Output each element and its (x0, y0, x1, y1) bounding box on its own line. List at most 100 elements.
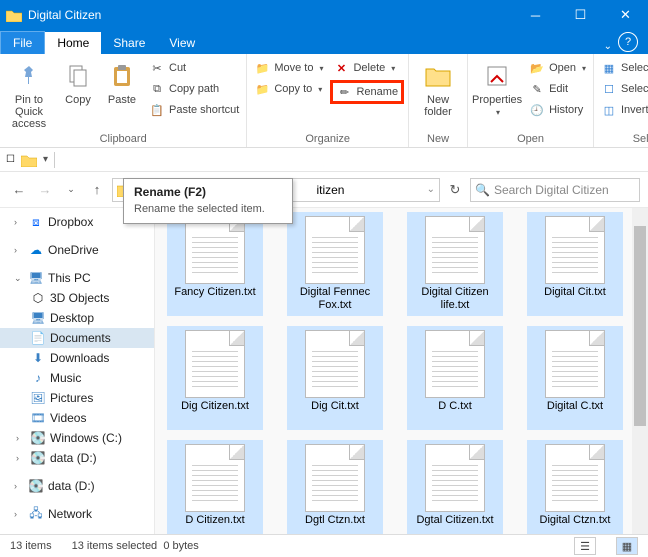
folder-icon (21, 153, 37, 167)
file-label: D Citizen.txt (185, 514, 244, 534)
sidebar-item-onedrive[interactable]: ›☁OneDrive (0, 240, 154, 260)
edit-button[interactable]: ✎Edit (526, 80, 589, 98)
large-icons-view-button[interactable]: ▦ (616, 537, 638, 555)
sidebar-item-music[interactable]: ♪Music (0, 368, 154, 388)
pc-icon: 🖥 (28, 270, 44, 286)
sidebar-item-pictures[interactable]: 🖼Pictures (0, 388, 154, 408)
select-all-button[interactable]: ▦Select all (598, 59, 648, 77)
network-icon: 🖧 (28, 506, 44, 522)
history-button[interactable]: 🕘History (526, 101, 589, 119)
sidebar-item-d-drive-2[interactable]: ›💽data (D:) (0, 476, 154, 496)
file-item[interactable]: Digital Citizen life.txt (407, 212, 503, 316)
refresh-button[interactable]: ↻ (444, 179, 466, 201)
tab-share[interactable]: Share (101, 32, 157, 54)
search-placeholder: Search Digital Citizen (494, 183, 609, 197)
paste-shortcut-button[interactable]: 📋Paste shortcut (146, 101, 242, 119)
sidebar-item-desktop[interactable]: 🖥Desktop (0, 308, 154, 328)
new-folder-button[interactable]: New folder (413, 56, 463, 118)
minimize-button[interactable]: ─ (513, 0, 558, 30)
sidebar-item-3d-objects[interactable]: ⬡3D Objects (0, 288, 154, 308)
file-item[interactable]: Digital Ctzn.txt (527, 440, 623, 534)
paste-button[interactable]: Paste (102, 56, 142, 106)
onedrive-icon: ☁ (28, 242, 44, 258)
dropbox-icon: ⧈ (28, 214, 44, 230)
file-item[interactable]: Dgtl Ctzn.txt (287, 440, 383, 534)
properties-icon (481, 60, 513, 92)
qat-overflow-icon[interactable]: ▾ (43, 154, 48, 165)
tab-file[interactable]: File (0, 31, 45, 54)
recent-locations-button[interactable]: ⌄ (60, 179, 82, 201)
ribbon-tabs: File Home Share View ⌄ ? (0, 30, 648, 54)
file-thumbnail (425, 330, 485, 398)
file-thumbnail (185, 216, 245, 284)
sidebar-item-c-drive[interactable]: ›💽Windows (C:) (0, 428, 154, 448)
file-label: Digital Ctzn.txt (540, 514, 611, 534)
cut-icon: ✂ (149, 60, 165, 76)
sidebar-item-documents[interactable]: 📄Documents (0, 328, 154, 348)
file-label: Digital C.txt (547, 400, 603, 426)
sidebar-item-videos[interactable]: 🎞Videos (0, 408, 154, 428)
tab-view[interactable]: View (157, 32, 207, 54)
file-item[interactable]: D Citizen.txt (167, 440, 263, 534)
help-button[interactable]: ? (618, 32, 638, 52)
group-label: New (413, 131, 463, 147)
details-view-button[interactable]: ☰ (574, 537, 596, 555)
file-item[interactable]: Fancy Citizen.txt (167, 212, 263, 316)
forward-button[interactable]: → (34, 179, 56, 201)
file-item[interactable]: Digital Cit.txt (527, 212, 623, 316)
search-box[interactable]: 🔍 Search Digital Citizen (470, 178, 640, 202)
ribbon-collapse-icon[interactable]: ⌄ (604, 41, 612, 52)
delete-button[interactable]: ✕Delete▾ (330, 59, 404, 77)
file-label: Digital Fennec Fox.txt (291, 286, 379, 312)
documents-icon: 📄 (30, 330, 46, 346)
rename-button[interactable]: ✏Rename (330, 80, 404, 104)
file-item[interactable]: Dig Citizen.txt (167, 326, 263, 430)
file-item[interactable]: Digital Fennec Fox.txt (287, 212, 383, 316)
file-thumbnail (305, 216, 365, 284)
back-button[interactable]: ← (8, 179, 30, 201)
file-item[interactable]: Dgtal Citizen.txt (407, 440, 503, 534)
copy-to-icon: 📁 (254, 81, 270, 97)
copy-button[interactable]: Copy (58, 56, 98, 106)
file-list[interactable]: Fancy Citizen.txt Digital Fennec Fox.txt D… (155, 208, 648, 534)
history-icon: 🕘 (529, 102, 545, 118)
checkbox-icon[interactable]: ☐ (6, 154, 15, 165)
copy-path-button[interactable]: ⧉Copy path (146, 80, 242, 98)
maximize-button[interactable]: ☐ (558, 0, 603, 30)
file-item[interactable]: D C.txt (407, 326, 503, 430)
open-button[interactable]: 📂Open▾ (526, 59, 589, 77)
sidebar-item-downloads[interactable]: ⬇Downloads (0, 348, 154, 368)
ribbon: Pin to Quick access Copy Paste ✂Cut ⧉Cop… (0, 54, 648, 148)
invert-selection-button[interactable]: ◫Invert selection (598, 101, 648, 119)
workspace: ›⧈Dropbox ›☁OneDrive ⌄🖥This PC ⬡3D Objec… (0, 208, 648, 534)
file-item[interactable]: Digital C.txt (527, 326, 623, 430)
file-item[interactable]: Dig Cit.txt (287, 326, 383, 430)
status-bar: 13 items 13 items selected 0 bytes ☰ ▦ (0, 534, 648, 557)
new-folder-icon (422, 60, 454, 92)
move-to-button[interactable]: 📁Move to▾ (251, 59, 326, 77)
tab-home[interactable]: Home (45, 32, 101, 54)
group-clipboard: Pin to Quick access Copy Paste ✂Cut ⧉Cop… (0, 54, 247, 147)
paste-shortcut-icon: 📋 (149, 102, 165, 118)
sidebar-item-network[interactable]: ›🖧Network (0, 504, 154, 524)
sidebar-item-this-pc[interactable]: ⌄🖥This PC (0, 268, 154, 288)
pin-to-quick-access-button[interactable]: Pin to Quick access (4, 56, 54, 130)
sidebar-item-d-drive[interactable]: ›💽data (D:) (0, 448, 154, 468)
copy-to-button[interactable]: 📁Copy to▾ (251, 80, 326, 98)
invert-selection-icon: ◫ (601, 102, 617, 118)
up-button[interactable]: ↑ (86, 179, 108, 201)
tooltip-title: Rename (F2) (134, 185, 282, 199)
file-label: Dig Cit.txt (311, 400, 359, 426)
close-button[interactable]: ✕ (603, 0, 648, 30)
cut-button[interactable]: ✂Cut (146, 59, 242, 77)
file-label: Dgtal Citizen.txt (416, 514, 493, 534)
nav-pane[interactable]: ›⧈Dropbox ›☁OneDrive ⌄🖥This PC ⬡3D Objec… (0, 208, 155, 534)
properties-button[interactable]: Properties ▾ (472, 56, 522, 117)
select-none-button[interactable]: ☐Select none (598, 80, 648, 98)
file-thumbnail (425, 444, 485, 512)
group-new: New folder New (409, 54, 468, 147)
scrollbar-vertical[interactable] (632, 208, 648, 534)
group-open: Properties ▾ 📂Open▾ ✎Edit 🕘History Open (468, 54, 594, 147)
select-all-icon: ▦ (601, 60, 617, 76)
desktop-icon: 🖥 (30, 310, 46, 326)
